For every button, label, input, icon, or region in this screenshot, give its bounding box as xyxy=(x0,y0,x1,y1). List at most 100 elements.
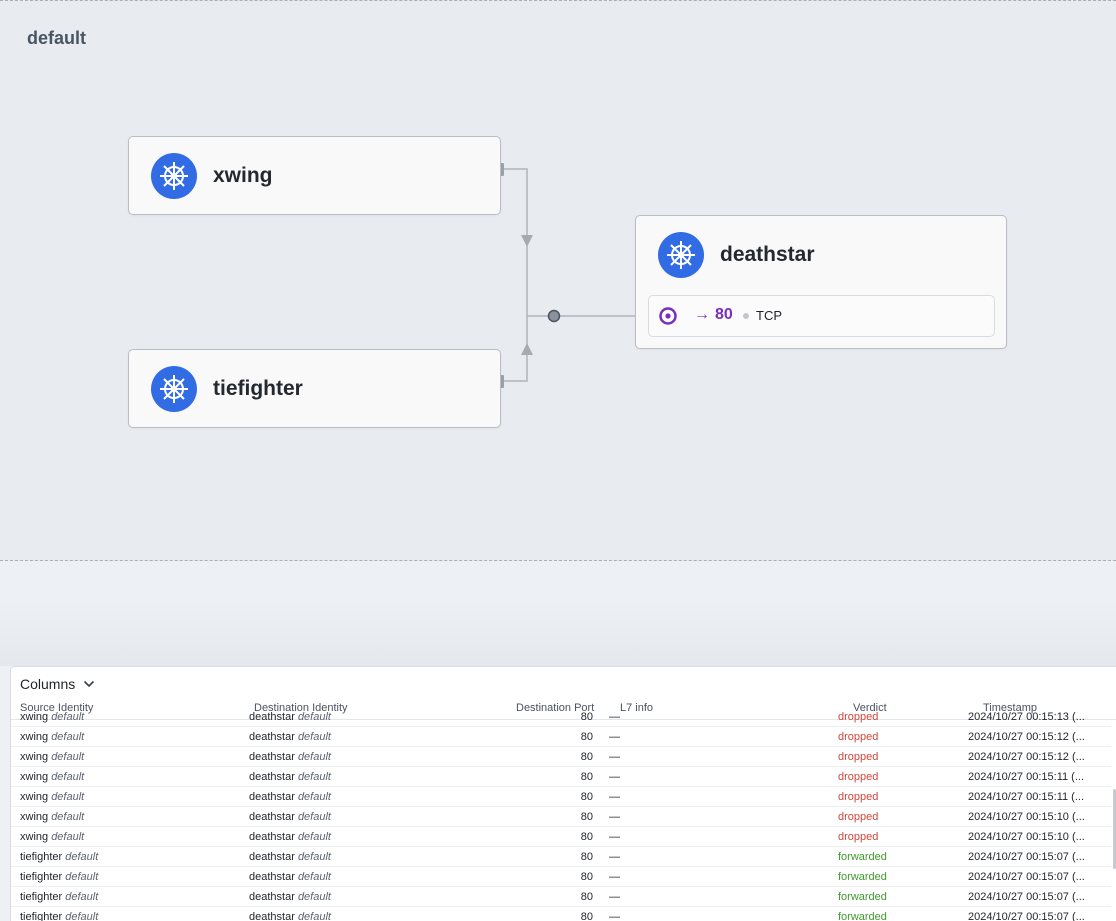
destination-identity-cell: deathstar default xyxy=(249,891,331,903)
destination-identity-cell: deathstar default xyxy=(249,811,331,823)
source-identity-cell: tiefighter default xyxy=(20,891,98,903)
timestamp-cell: 2024/10/27 00:15:07 (... xyxy=(968,891,1085,903)
source-identity-cell: tiefighter default xyxy=(20,871,98,883)
verdict-cell: dropped xyxy=(838,711,879,723)
destination-port-cell: 80 xyxy=(580,731,593,743)
destination-port-cell: 80 xyxy=(580,771,593,783)
destination-port-cell: 80 xyxy=(580,911,593,921)
port-protocol: TCP xyxy=(756,308,782,323)
arrow-up-icon xyxy=(521,343,533,355)
destination-namespace: default xyxy=(297,831,331,843)
columns-button-label: Columns xyxy=(20,676,76,692)
source-identity-cell: xwing default xyxy=(20,771,84,783)
connector-xwing-tiefighter xyxy=(501,168,528,382)
source-name: tiefighter xyxy=(20,851,63,863)
chevron-down-icon xyxy=(84,680,95,688)
columns-button[interactable]: Columns xyxy=(20,673,95,695)
verdict-cell: dropped xyxy=(838,731,879,743)
l7-info-cell: — xyxy=(609,851,620,863)
destination-port-cell: 80 xyxy=(580,711,593,723)
destination-identity-cell: deathstar default xyxy=(249,711,331,723)
l7-info-cell: — xyxy=(609,871,620,883)
source-name: tiefighter xyxy=(20,871,63,883)
destination-port-cell: 80 xyxy=(580,891,593,903)
service-card-tiefighter[interactable]: tiefighter xyxy=(128,349,501,428)
destination-port-cell: 80 xyxy=(580,751,593,763)
l7-info-cell: — xyxy=(609,711,620,723)
source-name: xwing xyxy=(20,711,49,723)
verdict-cell: dropped xyxy=(838,831,879,843)
timestamp-cell: 2024/10/27 00:15:11 (... xyxy=(968,771,1084,783)
timestamp-cell: 2024/10/27 00:15:11 (... xyxy=(968,791,1084,803)
table-row[interactable]: tiefighter default deathstar default 80— fo… xyxy=(11,867,1111,887)
source-namespace: default xyxy=(65,851,99,863)
source-namespace: default xyxy=(51,831,85,843)
source-namespace: default xyxy=(65,911,99,921)
table-row[interactable]: xwing default deathstar default 80— dropped… xyxy=(11,807,1111,827)
panel-shadow xyxy=(0,600,1116,666)
table-row[interactable]: tiefighter default deathstar default 80— fo… xyxy=(11,847,1111,867)
kubernetes-icon xyxy=(151,153,197,199)
source-namespace: default xyxy=(65,871,99,883)
l7-info-cell: — xyxy=(609,791,620,803)
timestamp-cell: 2024/10/27 00:15:12 (... xyxy=(968,751,1085,763)
source-namespace: default xyxy=(51,811,85,823)
source-name: xwing xyxy=(20,771,49,783)
junction-node xyxy=(547,309,561,323)
destination-namespace: default xyxy=(297,791,331,803)
destination-name: deathstar xyxy=(249,851,295,863)
l7-info-cell: — xyxy=(609,811,620,823)
destination-identity-cell: deathstar default xyxy=(249,731,331,743)
destination-port-cell: 80 xyxy=(580,791,593,803)
source-identity-cell: xwing default xyxy=(20,831,84,843)
table-row[interactable]: xwing default deathstar default 80— dropped… xyxy=(11,707,1111,727)
destination-name: deathstar xyxy=(249,831,295,843)
source-name: xwing xyxy=(20,731,49,743)
destination-identity-cell: deathstar default xyxy=(249,871,331,883)
verdict-cell: forwarded xyxy=(838,851,887,863)
table-row[interactable]: tiefighter default deathstar default 80 — fo… xyxy=(11,887,1111,907)
destination-namespace: default xyxy=(297,851,331,863)
destination-namespace: default xyxy=(297,871,331,883)
table-row[interactable]: xwing default deathstar default 80 — dropped… xyxy=(11,727,1111,747)
verdict-cell: dropped xyxy=(838,751,879,763)
destination-identity-cell: deathstar default xyxy=(249,851,331,863)
verdict-cell: forwarded xyxy=(838,871,887,883)
source-identity-cell: xwing default xyxy=(20,811,84,823)
service-card-xwing[interactable]: xwing xyxy=(128,136,501,215)
verdict-cell: forwarded xyxy=(838,891,887,903)
separator-dot xyxy=(743,313,749,319)
destination-identity-cell: deathstar default xyxy=(249,791,331,803)
timestamp-cell: 2024/10/27 00:15:10 (... xyxy=(968,831,1085,843)
timestamp-cell: 2024/10/27 00:15:10 (... xyxy=(968,811,1085,823)
source-namespace: default xyxy=(51,771,85,783)
verdict-cell: forwarded xyxy=(838,911,887,921)
source-namespace: default xyxy=(51,751,85,763)
service-name-tiefighter: tiefighter xyxy=(213,377,303,400)
destination-namespace: default xyxy=(297,751,331,763)
table-row[interactable]: xwing default deathstar default 80— dropped… xyxy=(11,767,1111,787)
table-row[interactable]: xwing default deathstar default 80— dropped… xyxy=(11,747,1111,767)
table-row[interactable]: xwing default deathstar default 80— dropped… xyxy=(11,827,1111,847)
destination-port-cell: 80 xyxy=(580,811,593,823)
l7-info-cell: — xyxy=(609,891,620,903)
destination-name: deathstar xyxy=(249,891,295,903)
table-row[interactable]: xwing default deathstar default 80— dropped… xyxy=(11,787,1111,807)
verdict-cell: dropped xyxy=(838,771,879,783)
service-card-deathstar[interactable]: deathstar → 80 TCP xyxy=(635,215,1007,349)
l7-info-cell: — xyxy=(609,731,620,743)
source-name: xwing xyxy=(20,751,49,763)
destination-port-cell: 80 xyxy=(580,851,593,863)
service-name-deathstar: deathstar xyxy=(720,243,815,266)
timestamp-cell: 2024/10/27 00:15:13 (... xyxy=(968,711,1085,723)
timestamp-cell: 2024/10/27 00:15:12 (... xyxy=(968,731,1085,743)
destination-namespace: default xyxy=(297,891,331,903)
flows-panel: Columns Source Identity Destination Iden… xyxy=(10,666,1116,921)
destination-identity-cell: deathstar default xyxy=(249,751,331,763)
source-namespace: default xyxy=(51,731,85,743)
source-identity-cell: tiefighter default xyxy=(20,851,98,863)
source-name: xwing xyxy=(20,831,49,843)
table-row[interactable]: tiefighter default deathstar default 80— fo… xyxy=(11,907,1111,921)
arrow-down-icon xyxy=(521,235,533,247)
port-row-80[interactable]: → 80 TCP xyxy=(648,295,995,337)
